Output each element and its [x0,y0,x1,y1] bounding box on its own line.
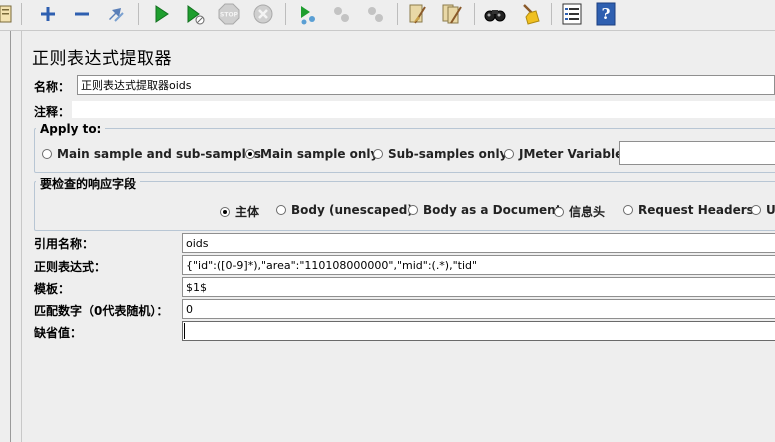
page-title: 正则表达式提取器 [32,49,172,69]
comment-label: 注释： [34,105,71,119]
ref-name-label: 引用名称： [34,237,95,251]
radio-dot [751,205,761,215]
start-icon[interactable] [148,1,174,27]
tree-line [10,31,11,442]
function-helper-icon[interactable] [559,1,585,27]
template-label: 模板： [34,282,71,296]
radio-dot [42,149,52,159]
radio-body-unescaped[interactable]: Body (unescaped) [276,203,413,217]
ref-name-field[interactable] [182,233,775,253]
remote-stop-icon[interactable] [328,1,354,27]
radio-dot [554,207,564,217]
toolbar-separator [474,3,475,25]
default-value-field[interactable] [182,321,775,341]
radio-dot [373,149,383,159]
toolbar-separator [551,3,552,25]
radio-dot [623,205,633,215]
help-icon[interactable]: ? [593,1,619,27]
radio-dot [276,205,286,215]
regex-label: 正则表达式： [34,260,107,274]
radio-main-only[interactable]: Main sample only [245,147,378,161]
regex-field[interactable] [182,255,775,275]
template-field[interactable] [182,277,775,297]
match-no-label: 匹配数字（0代表随机）： [34,304,169,318]
toolbar-separator [285,3,286,25]
expand-icon[interactable] [35,1,61,27]
radio-headers[interactable]: 信息头 [554,203,605,220]
radio-body-as-document[interactable]: Body as a Document [408,203,561,217]
radio-request-headers[interactable]: Request Headers [623,203,754,217]
radio-dot [408,205,418,215]
apply-to-title: Apply to: [36,122,106,136]
splitter[interactable] [21,31,22,442]
match-no-field[interactable] [182,299,775,319]
radio-truncated[interactable]: U [751,203,775,217]
comment-field[interactable] [72,101,775,118]
remote-start-icon[interactable] [294,1,320,27]
clear-all-icon[interactable] [439,1,465,27]
svg-text:?: ? [602,5,611,23]
shutdown-icon[interactable] [250,1,276,27]
remote-shutdown-icon[interactable] [362,1,388,27]
toolbar-separator [397,3,398,25]
radio-dot [220,207,230,217]
search-icon[interactable] [482,1,508,27]
radio-main-and-sub[interactable]: Main sample and sub-samples [42,147,261,161]
radio-sub-only[interactable]: Sub-samples only [373,147,507,161]
radio-dot [245,149,255,159]
name-field[interactable] [77,75,775,95]
template-icon[interactable] [0,1,14,27]
radio-body[interactable]: 主体 [220,203,259,220]
start-no-pause-icon[interactable] [182,1,208,27]
stop-icon[interactable]: STOP [216,1,242,27]
toolbar-separator [21,3,22,25]
text-cursor [184,323,185,339]
name-label: 名称： [34,80,71,94]
toolbar: STOP ? [0,0,775,31]
clear-icon[interactable] [405,1,431,27]
svg-text:STOP: STOP [220,12,239,19]
toolbar-separator [138,3,139,25]
default-value-label: 缺省值： [34,326,83,340]
response-field-title: 要检查的响应字段 [36,175,141,192]
reset-search-icon[interactable] [516,1,542,27]
collapse-icon[interactable] [69,1,95,27]
toggle-icon[interactable] [103,1,129,27]
tree-panel-edge [0,31,22,442]
radio-dot [504,149,514,159]
radio-jmeter-variable[interactable]: JMeter Variable [504,147,623,161]
jmeter-variable-field[interactable] [619,141,775,165]
